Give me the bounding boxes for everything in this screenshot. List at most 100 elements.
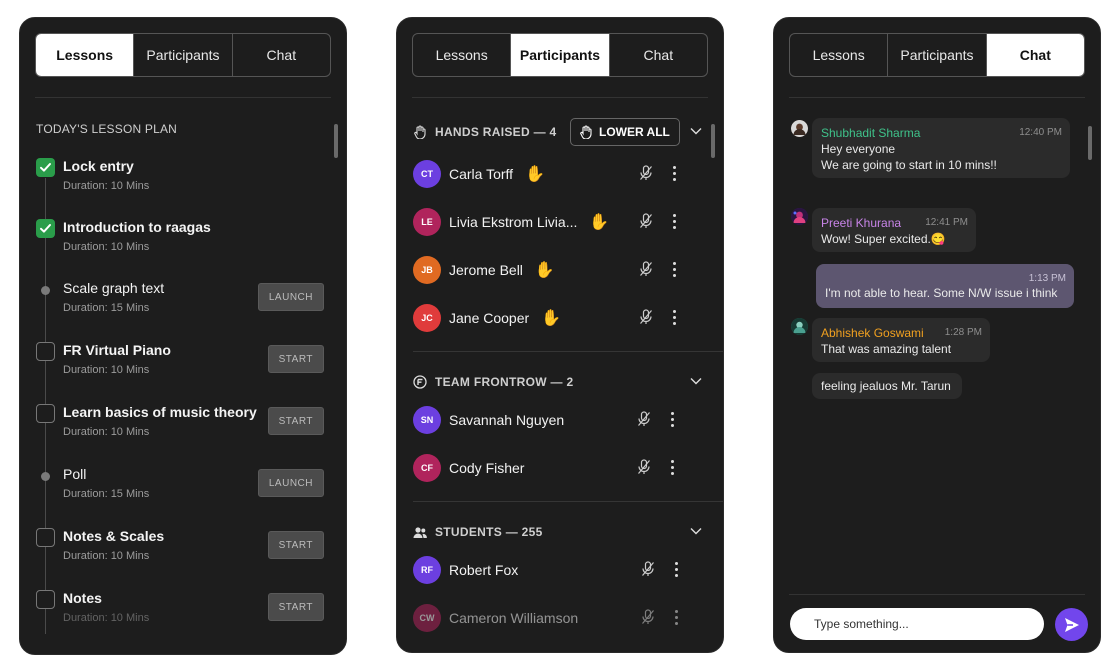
tab-chat[interactable]: Chat <box>986 34 1084 76</box>
participant-row[interactable]: CF Cody Fisher <box>413 453 703 483</box>
mic-off-icon[interactable] <box>641 609 655 630</box>
tab-chat[interactable]: Chat <box>610 34 707 76</box>
participant-name: Cameron Williamson <box>449 610 579 626</box>
chat-footer-divider <box>789 594 1085 595</box>
participant-name: Robert Fox <box>449 562 519 578</box>
lesson-title: FR Virtual Piano <box>63 342 171 358</box>
tab-lessons[interactable]: Lessons <box>413 34 512 76</box>
lesson-duration: Duration: 10 Mins <box>63 241 150 253</box>
lesson-duration: Duration: 10 Mins <box>63 612 150 624</box>
message-sender: Preeti Khurana <box>821 216 902 230</box>
tab-lessons[interactable]: Lessons <box>790 34 889 76</box>
lesson-item[interactable]: Notes Duration: 10 Mins START <box>36 590 324 640</box>
avatar: SN <box>413 406 441 434</box>
launch-button[interactable]: LAUNCH <box>257 283 324 311</box>
lesson-item[interactable]: Notes & Scales Duration: 10 Mins START <box>36 528 324 578</box>
participant-row[interactable]: CT Carla Torff ✋ <box>413 159 703 189</box>
participants-scrollbar[interactable] <box>711 124 715 158</box>
message-text: I'm not able to hear. Some N/W issue i t… <box>825 286 1058 300</box>
chevron-down-icon[interactable] <box>689 374 703 391</box>
participant-row[interactable]: CW Cameron Williamson <box>413 603 703 633</box>
chat-scrollbar[interactable] <box>1088 126 1092 160</box>
participant-row[interactable]: LE Livia Ekstrom Livia... ✋ <box>413 207 703 237</box>
mic-off-icon[interactable] <box>641 561 655 582</box>
raised-hand-icon: ✋ <box>541 310 562 327</box>
more-options-icon[interactable] <box>673 310 677 325</box>
check-icon[interactable] <box>36 158 55 177</box>
start-button[interactable]: START <box>267 407 324 435</box>
more-options-icon[interactable] <box>675 610 679 625</box>
more-options-icon[interactable] <box>671 412 675 427</box>
raised-hand-icon: ✋ <box>589 214 610 231</box>
participant-name: Jane Cooper <box>449 310 530 326</box>
tab-participants[interactable]: Participants <box>511 34 610 76</box>
chat-message-mine: 1:13 PM I'm not able to hear. Some N/W i… <box>816 264 1074 308</box>
start-button[interactable]: START <box>267 345 324 373</box>
participant-name: Savannah Nguyen <box>449 412 565 428</box>
participant-row[interactable]: SN Savannah Nguyen <box>413 405 703 435</box>
mic-off-icon[interactable] <box>639 309 653 330</box>
start-button[interactable]: START <box>267 531 324 559</box>
checkbox-icon[interactable] <box>36 528 55 547</box>
mic-off-icon[interactable] <box>639 165 653 186</box>
lesson-title: Lock entry <box>63 158 134 174</box>
checkbox-icon[interactable] <box>36 342 55 361</box>
chevron-down-icon[interactable] <box>689 524 703 541</box>
lesson-item[interactable]: Learn basics of music theory Duration: 1… <box>36 404 324 454</box>
tabs-divider <box>35 97 331 98</box>
mic-off-icon[interactable] <box>639 213 653 234</box>
tab-lessons[interactable]: Lessons <box>36 34 135 76</box>
chevron-down-icon[interactable] <box>689 124 703 141</box>
launch-button[interactable]: LAUNCH <box>257 469 324 497</box>
check-icon[interactable] <box>36 219 55 238</box>
tabs-divider <box>412 97 708 98</box>
start-button[interactable]: START <box>267 593 324 621</box>
lesson-item[interactable]: Poll Duration: 15 Mins LAUNCH <box>36 466 324 516</box>
more-options-icon[interactable] <box>673 214 677 229</box>
students-label: STUDENTS — 255 <box>435 525 543 539</box>
timeline-dot-icon <box>41 286 50 295</box>
lesson-item[interactable]: FR Virtual Piano Duration: 10 Mins START <box>36 342 324 392</box>
lesson-title: Notes & Scales <box>63 528 165 544</box>
tab-bar: Lessons Participants Chat <box>412 33 708 77</box>
mic-off-icon[interactable] <box>639 261 653 282</box>
tabs-divider <box>789 97 1085 98</box>
participants-panel: Lessons Participants Chat HANDS RAISED —… <box>396 17 724 653</box>
checkbox-icon[interactable] <box>36 404 55 423</box>
participant-name: Livia Ekstrom Livia... <box>449 214 578 230</box>
team-frontrow-header[interactable]: TEAM FRONTROW — 2 <box>413 370 703 394</box>
checkbox-icon[interactable] <box>36 590 55 609</box>
lesson-item[interactable]: Scale graph text Duration: 15 Mins LAUNC… <box>36 280 324 330</box>
avatar: JC <box>413 304 441 332</box>
raised-hand-icon: ✋ <box>525 166 545 183</box>
more-options-icon[interactable] <box>671 460 675 475</box>
message-time: 12:41 PM <box>925 217 968 228</box>
more-options-icon[interactable] <box>673 262 677 277</box>
lesson-plan-heading: TODAY'S LESSON PLAN <box>36 122 178 136</box>
lesson-title: Poll <box>63 466 87 482</box>
message-text: We are going to start in 10 mins!! <box>821 158 997 172</box>
tab-participants[interactable]: Participants <box>134 34 233 76</box>
participant-row[interactable]: JC Jane Cooper ✋ <box>413 303 703 333</box>
more-options-icon[interactable] <box>675 562 679 577</box>
participant-row[interactable]: RF Robert Fox <box>413 555 703 585</box>
tab-participants[interactable]: Participants <box>888 34 987 76</box>
send-icon <box>1064 617 1079 632</box>
more-options-icon[interactable] <box>673 166 677 181</box>
lesson-item[interactable]: Introduction to raagas Duration: 10 Mins <box>36 219 324 269</box>
lessons-scrollbar[interactable] <box>334 124 338 158</box>
lesson-title: Introduction to raagas <box>63 219 211 235</box>
send-button[interactable] <box>1055 608 1088 641</box>
students-header[interactable]: STUDENTS — 255 <box>413 520 703 544</box>
people-icon <box>413 525 427 539</box>
lesson-item[interactable]: Lock entry Duration: 10 Mins <box>36 158 324 208</box>
timeline-dot-icon <box>41 472 50 481</box>
mic-off-icon[interactable] <box>637 459 651 480</box>
chat-input[interactable] <box>790 608 1044 640</box>
mic-off-icon[interactable] <box>637 411 651 432</box>
avatar: CF <box>413 454 441 482</box>
chat-message: Preeti Khurana 12:41 PM Wow! Super excit… <box>812 208 976 252</box>
participant-row[interactable]: JB Jerome Bell ✋ <box>413 255 703 285</box>
lower-all-button[interactable]: LOWER ALL <box>570 118 680 146</box>
tab-chat[interactable]: Chat <box>233 34 330 76</box>
